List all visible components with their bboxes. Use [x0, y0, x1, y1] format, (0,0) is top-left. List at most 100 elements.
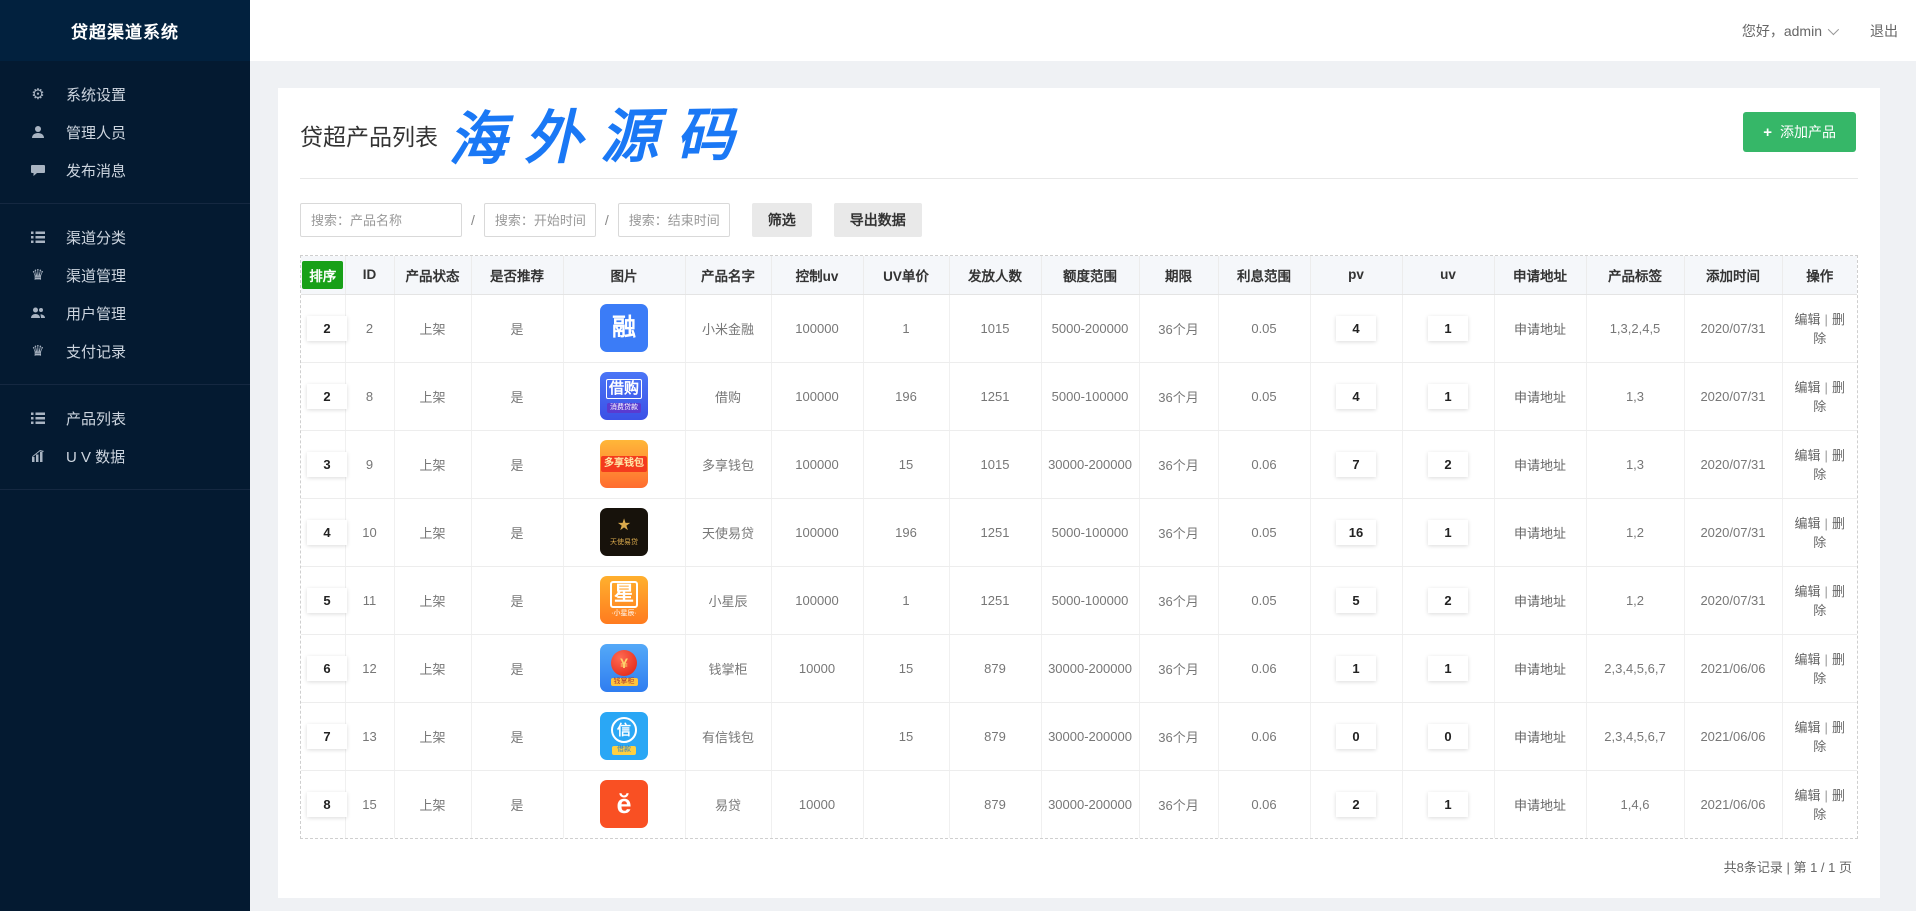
edit-link[interactable]: 编辑	[1795, 584, 1821, 599]
product-icon-glyph: 信	[611, 717, 637, 743]
sort-value[interactable]: 7	[307, 724, 347, 749]
product-name: 小星辰	[685, 566, 771, 634]
uv-value[interactable]: 2	[1428, 452, 1468, 477]
status-value: 上架	[394, 362, 471, 430]
product-name: 多享钱包	[685, 430, 771, 498]
col-issue-count: 发放人数	[949, 256, 1041, 294]
sort-value[interactable]: 5	[307, 588, 347, 613]
edit-link[interactable]: 编辑	[1795, 312, 1821, 327]
uv-value[interactable]: 0	[1428, 724, 1468, 749]
watermark-text: 海外源码	[447, 87, 752, 176]
product-icon: 多享钱包	[600, 440, 648, 488]
product-name: 易贷	[685, 770, 771, 838]
amount-range-value: 5000-100000	[1041, 362, 1139, 430]
pv-value[interactable]: 1	[1336, 656, 1376, 681]
product-name: 借购	[685, 362, 771, 430]
sort-value[interactable]: 3	[307, 452, 347, 477]
term-value: 36个月	[1139, 294, 1218, 362]
amount-range-value: 5000-200000	[1041, 294, 1139, 362]
edit-link[interactable]: 编辑	[1795, 516, 1821, 531]
product-name: 小米金融	[685, 294, 771, 362]
list-icon	[28, 410, 48, 426]
table-row: 7 13 上架 是 信 借款 有信钱包	[301, 702, 1857, 770]
issue-count-value: 1015	[949, 294, 1041, 362]
top-header: 您好，admin 退出	[250, 0, 1916, 61]
interest-value: 0.05	[1218, 498, 1310, 566]
sort-header-badge: 排序	[302, 261, 343, 289]
sort-value[interactable]: 6	[307, 656, 347, 681]
filter-button[interactable]: 筛选	[752, 203, 812, 237]
table-row: 2 2 上架 是 融 小米金融 100000	[301, 294, 1857, 362]
add-time-value: 2020/07/31	[1684, 498, 1782, 566]
sidebar-item-channel-category[interactable]: 渠道分类	[0, 218, 250, 256]
table-header-row: 排序 ID 产品状态 是否推荐 图片 产品名字 控制uv UV单价 发放人数 额…	[301, 256, 1857, 294]
edit-link[interactable]: 编辑	[1795, 788, 1821, 803]
table-row: 3 9 上架 是 多享钱包 多享钱包 100000	[301, 430, 1857, 498]
apply-url-link[interactable]: 申请地址	[1514, 458, 1566, 473]
add-product-button[interactable]: + 添加产品	[1743, 112, 1856, 152]
issue-count-value: 1251	[949, 362, 1041, 430]
edit-link[interactable]: 编辑	[1795, 720, 1821, 735]
uv-value[interactable]: 1	[1428, 520, 1468, 545]
sidebar-item-user-manage[interactable]: 用户管理	[0, 294, 250, 332]
pv-value[interactable]: 2	[1336, 792, 1376, 817]
apply-url-link[interactable]: 申请地址	[1514, 662, 1566, 677]
product-icon-glyph: ĕ	[616, 789, 631, 820]
sidebar-item-system-settings[interactable]: ⚙ 系统设置	[0, 75, 250, 113]
pv-value[interactable]: 16	[1336, 520, 1376, 545]
apply-url-link[interactable]: 申请地址	[1514, 594, 1566, 609]
search-product-name-input[interactable]	[300, 203, 462, 237]
add-time-value: 2021/06/06	[1684, 770, 1782, 838]
apply-url-link[interactable]: 申请地址	[1514, 526, 1566, 541]
uv-value[interactable]: 1	[1428, 316, 1468, 341]
tags-value: 1,3,2,4,5	[1586, 294, 1684, 362]
col-id: ID	[345, 256, 394, 294]
export-data-button[interactable]: 导出数据	[834, 203, 922, 237]
sidebar-item-uv-data[interactable]: U V 数据	[0, 437, 250, 475]
interest-value: 0.06	[1218, 634, 1310, 702]
uv-value[interactable]: 1	[1428, 792, 1468, 817]
user-menu[interactable]: 您好，admin	[1742, 21, 1836, 41]
sidebar-section-system: ⚙ 系统设置 管理人员 发布消息	[0, 61, 250, 204]
apply-url-link[interactable]: 申请地址	[1514, 390, 1566, 405]
sidebar-item-publish-message[interactable]: 发布消息	[0, 151, 250, 189]
edit-link[interactable]: 编辑	[1795, 448, 1821, 463]
action-separator: |	[1825, 448, 1828, 463]
apply-url-link[interactable]: 申请地址	[1514, 798, 1566, 813]
uv-value[interactable]: 1	[1428, 656, 1468, 681]
edit-link[interactable]: 编辑	[1795, 652, 1821, 667]
pv-value[interactable]: 5	[1336, 588, 1376, 613]
product-icon-glyph: ★	[617, 517, 631, 535]
term-value: 36个月	[1139, 770, 1218, 838]
sort-value[interactable]: 4	[307, 520, 347, 545]
sidebar-item-payment-records[interactable]: ♛ 支付记录	[0, 332, 250, 370]
add-time-value: 2020/07/31	[1684, 362, 1782, 430]
id-value: 12	[345, 634, 394, 702]
sidebar-item-admins[interactable]: 管理人员	[0, 113, 250, 151]
id-value: 13	[345, 702, 394, 770]
uv-value[interactable]: 2	[1428, 588, 1468, 613]
sort-value[interactable]: 2	[307, 316, 347, 341]
search-end-time-input[interactable]	[618, 203, 730, 237]
pv-value[interactable]: 4	[1336, 316, 1376, 341]
edit-link[interactable]: 编辑	[1795, 380, 1821, 395]
pv-value[interactable]: 0	[1336, 724, 1376, 749]
id-value: 2	[345, 294, 394, 362]
apply-url-link[interactable]: 申请地址	[1514, 322, 1566, 337]
term-value: 36个月	[1139, 702, 1218, 770]
sidebar-item-product-list[interactable]: 产品列表	[0, 399, 250, 437]
pv-value[interactable]: 7	[1336, 452, 1376, 477]
apply-url-link[interactable]: 申请地址	[1514, 730, 1566, 745]
col-pv: pv	[1310, 256, 1402, 294]
pv-value[interactable]: 4	[1336, 384, 1376, 409]
id-value: 10	[345, 498, 394, 566]
sort-value[interactable]: 2	[307, 384, 347, 409]
status-value: 上架	[394, 498, 471, 566]
logout-button[interactable]: 退出	[1870, 21, 1898, 41]
search-start-time-input[interactable]	[484, 203, 596, 237]
product-icon-glyph: ¥	[611, 650, 637, 676]
product-name: 天使易贷	[685, 498, 771, 566]
sort-value[interactable]: 8	[307, 792, 347, 817]
uv-value[interactable]: 1	[1428, 384, 1468, 409]
sidebar-item-channel-manage[interactable]: ♛ 渠道管理	[0, 256, 250, 294]
